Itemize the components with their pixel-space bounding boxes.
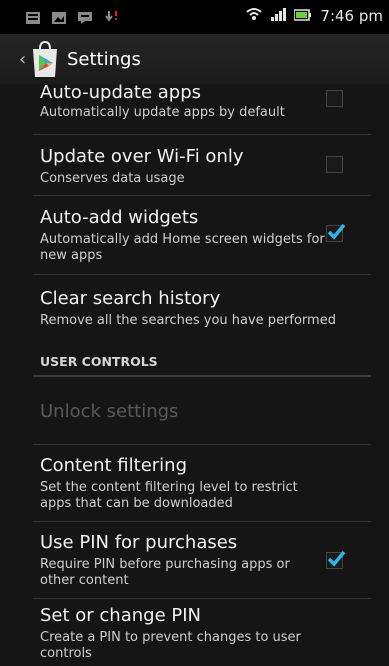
wifi-icon	[246, 7, 263, 25]
setting-title: Content filtering	[40, 455, 188, 476]
up-navigation[interactable]: ‹ Settings	[14, 34, 174, 84]
system-status: 7:46 pm	[246, 7, 383, 25]
setting-content-filtering[interactable]: Content filtering Set the content filter…	[0, 445, 389, 521]
download-alert-icon	[104, 9, 118, 28]
chevron-left-icon: ‹	[19, 49, 27, 70]
setting-update-over-wifi[interactable]: Update over Wi-Fi only Conserves data us…	[0, 135, 389, 195]
setting-title: Auto-add widgets	[40, 207, 199, 228]
setting-clear-search-history[interactable]: Clear search history Remove all the sear…	[0, 275, 389, 335]
setting-summary: Automatically update apps by default	[40, 105, 285, 120]
keyboard-icon	[26, 9, 40, 28]
section-header-user-controls: USER CONTROLS	[40, 354, 158, 369]
setting-use-pin-for-purchases[interactable]: Use PIN for purchases Require PIN before…	[0, 522, 389, 598]
use-pin-checkbox[interactable]	[326, 550, 346, 569]
setting-auto-update-apps[interactable]: Auto-update apps Automatically update ap…	[0, 84, 389, 126]
setting-title: Unlock settings	[40, 401, 179, 422]
notification-icons	[26, 9, 118, 28]
setting-title: Clear search history	[40, 288, 221, 309]
image-icon	[52, 9, 66, 28]
setting-summary: Require PIN before purchasing apps or ot…	[40, 557, 290, 588]
wifi-only-checkbox[interactable]	[326, 156, 343, 173]
signal-icon	[270, 7, 287, 25]
setting-set-or-change-pin[interactable]: Set or change PIN Create a PIN to preven…	[0, 599, 389, 666]
setting-summary: Create a PIN to prevent changes to user …	[40, 630, 301, 661]
setting-title: Auto-update apps	[40, 84, 202, 103]
auto-update-checkbox[interactable]	[326, 90, 343, 107]
setting-summary: Set the content filtering level to restr…	[40, 480, 298, 511]
setting-summary: Automatically add Home screen widgets fo…	[40, 232, 325, 263]
checkmark-icon	[327, 223, 346, 240]
checkmark-icon	[327, 550, 346, 567]
setting-title: Update over Wi-Fi only	[40, 146, 244, 167]
battery-icon	[293, 7, 312, 25]
section-divider	[33, 375, 371, 377]
auto-add-widgets-checkbox[interactable]	[326, 223, 346, 242]
clock: 7:46 pm	[320, 7, 383, 25]
action-bar: ‹ Settings	[0, 34, 389, 85]
message-icon	[78, 9, 92, 28]
play-store-icon	[29, 39, 61, 79]
setting-title: Use PIN for purchases	[40, 532, 238, 553]
setting-title: Set or change PIN	[40, 605, 202, 626]
settings-list[interactable]: Auto-update apps Automatically update ap…	[0, 84, 389, 666]
setting-summary: Remove all the searches you have perform…	[40, 313, 336, 328]
status-bar: 7:46 pm	[0, 0, 389, 34]
setting-auto-add-widgets[interactable]: Auto-add widgets Automatically add Home …	[0, 196, 389, 272]
setting-unlock-settings: Unlock settings	[0, 378, 389, 444]
setting-summary: Conserves data usage	[40, 171, 185, 186]
page-title: Settings	[67, 49, 141, 70]
